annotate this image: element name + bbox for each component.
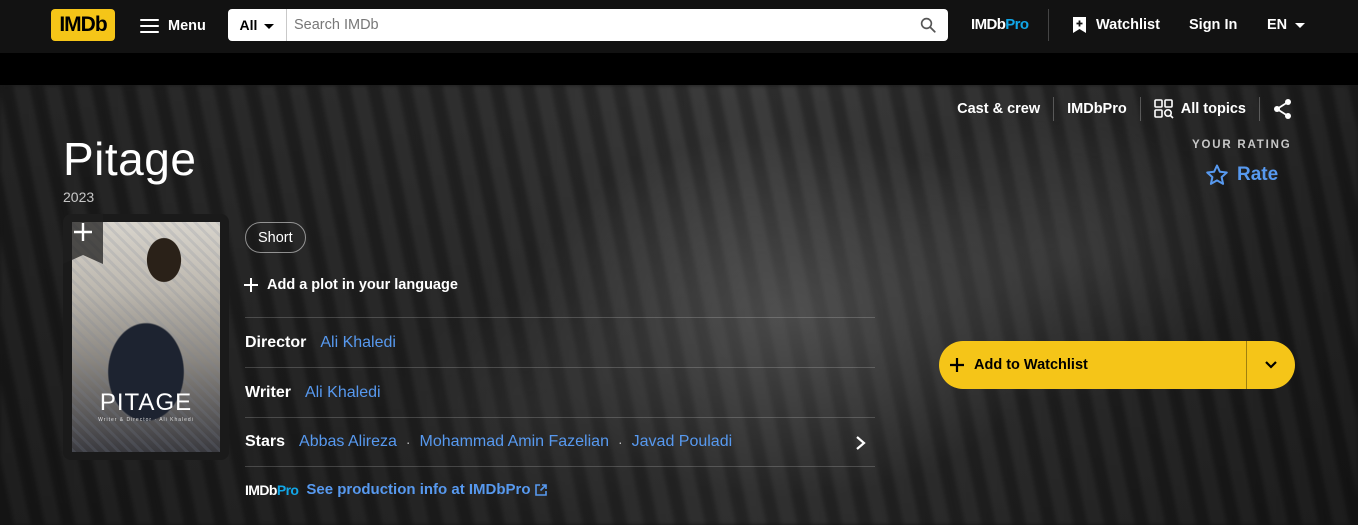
page-title: Pitage <box>63 133 197 185</box>
production-info-link[interactable]: See production info at IMDbPro <box>306 481 547 498</box>
imdbpro-pro-text: Pro <box>1005 16 1029 33</box>
add-to-watchlist-button: Add to Watchlist <box>939 341 1295 389</box>
add-plot-label: Add a plot in your language <box>267 277 458 293</box>
search-icon[interactable] <box>908 9 948 41</box>
director-link[interactable]: Ali Khaledi <box>320 334 396 352</box>
title-hero-section: Cast & crew IMDbPro All topics Pitage 20… <box>0 85 1358 525</box>
all-topics-button[interactable]: All topics <box>1141 99 1259 119</box>
chevron-right-icon[interactable] <box>855 435 867 451</box>
rate-button[interactable]: Rate <box>1205 163 1278 187</box>
add-to-watchlist-main[interactable]: Add to Watchlist <box>939 341 1246 389</box>
nav-divider <box>1048 9 1049 41</box>
plus-icon <box>74 223 92 241</box>
stars-row[interactable]: Stars Abbas Alireza · Mohammad Amin Faze… <box>245 417 875 467</box>
imdb-logo[interactable]: IMDb <box>51 9 115 41</box>
caret-down-icon <box>1295 23 1306 28</box>
genre-chip[interactable]: Short <box>245 222 306 253</box>
poster[interactable]: PITAGE Writer & Director · Ali Khaledi <box>63 214 229 460</box>
add-plot-button[interactable]: Add a plot in your language <box>244 277 458 293</box>
sign-in-button[interactable]: Sign In <box>1189 17 1237 33</box>
writer-label: Writer <box>245 383 291 401</box>
plus-icon <box>244 278 258 292</box>
share-button[interactable] <box>1260 98 1306 120</box>
rate-label: Rate <box>1237 164 1279 185</box>
grid-search-icon <box>1153 99 1174 119</box>
release-year[interactable]: 2023 <box>63 189 94 205</box>
director-label: Director <box>245 333 307 351</box>
ad-banner-area <box>0 53 1358 85</box>
bookmark-plus-icon <box>1073 17 1086 33</box>
imdbpro-logo: IMDbPro <box>245 481 299 498</box>
language-select[interactable]: EN <box>1267 17 1306 33</box>
imdbpro-subnav-link[interactable]: IMDbPro <box>1054 101 1140 117</box>
search-input[interactable] <box>287 10 908 40</box>
title-subnav: Cast & crew IMDbPro All topics <box>944 97 1306 121</box>
poster-credit-text: Writer & Director · Ali Khaledi <box>98 417 194 423</box>
your-rating-label: YOUR RATING <box>1192 139 1292 151</box>
menu-label: Menu <box>168 18 206 34</box>
menu-button[interactable]: Menu <box>140 14 206 38</box>
star-outline-icon <box>1206 164 1228 185</box>
star-link[interactable]: Abbas Alireza <box>299 433 397 451</box>
hamburger-icon <box>140 19 159 34</box>
poster-title-text: PITAGE <box>99 389 193 416</box>
star-link[interactable]: Mohammad Amin Fazelian <box>420 433 609 451</box>
watchlist-options-dropdown[interactable] <box>1247 341 1295 389</box>
imdbpro-text: IMDb <box>971 16 1006 33</box>
share-icon <box>1274 99 1291 119</box>
director-row: Director Ali Khaledi <box>245 317 875 367</box>
top-navigation-bar: IMDb Menu All IMDbPro Watchlist Sign In … <box>0 0 1358 53</box>
add-to-watchlist-label: Add to Watchlist <box>974 357 1088 373</box>
imdbpro-production-info: IMDbPro See production info at IMDbPro <box>245 481 547 498</box>
production-info-label: See production info at IMDbPro <box>306 481 531 498</box>
external-link-icon <box>534 483 547 496</box>
watchlist-nav-button[interactable]: Watchlist <box>1072 16 1160 34</box>
star-link[interactable]: Javad Pouladi <box>632 433 733 451</box>
stars-label: Stars <box>245 433 286 450</box>
chevron-down-icon <box>1265 361 1277 369</box>
plus-icon <box>950 358 964 372</box>
language-label: EN <box>1267 17 1288 33</box>
caret-down-icon <box>264 23 275 29</box>
watchlist-nav-label: Watchlist <box>1096 17 1160 33</box>
imdbpro-link[interactable]: IMDbPro <box>971 16 1029 33</box>
all-topics-label: All topics <box>1180 101 1246 117</box>
search-bar: All <box>228 9 948 41</box>
imdbpro-logo-text: IMDb <box>245 481 277 498</box>
search-category-select[interactable]: All <box>228 9 287 41</box>
writer-link[interactable]: Ali Khaledi <box>305 384 381 402</box>
imdbpro-logo-pro: Pro <box>276 481 299 498</box>
writer-row: Writer Ali Khaledi <box>245 367 875 417</box>
cast-crew-link[interactable]: Cast & crew <box>944 101 1053 117</box>
search-category-label: All <box>239 17 258 33</box>
